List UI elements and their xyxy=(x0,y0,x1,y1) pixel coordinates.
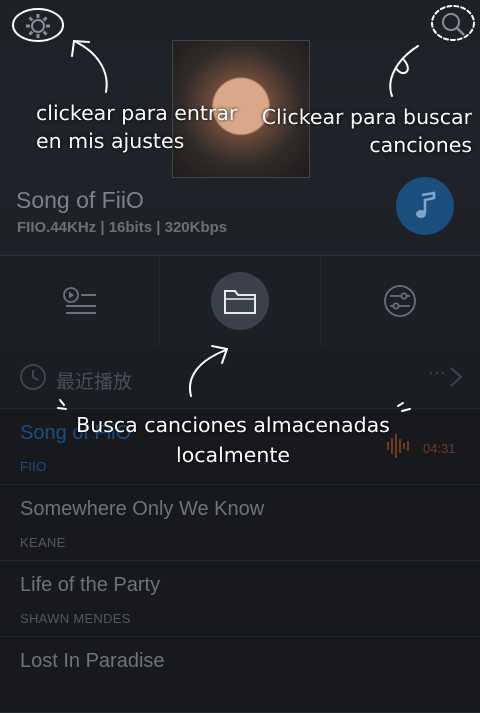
now-playing-title: Song of FiiO xyxy=(16,187,144,213)
tab-folder[interactable] xyxy=(160,256,321,346)
song-artist: SHAWN MENDES xyxy=(20,611,131,626)
recently-played-label: 最近播放 xyxy=(56,372,133,393)
list-item[interactable]: Lost In Paradise xyxy=(0,637,480,713)
clock-icon xyxy=(20,364,46,390)
more-label: ··· xyxy=(428,362,446,382)
search-annotation: Clickear para buscar canciones xyxy=(261,105,472,157)
play-button[interactable] xyxy=(396,177,454,235)
settings-annotation: clickear para entrar en mis ajustes xyxy=(36,101,238,153)
tab-equalizer[interactable] xyxy=(321,256,480,346)
settings-button[interactable] xyxy=(12,9,64,43)
gear-icon xyxy=(26,14,50,38)
song-title: Somewhere Only We Know xyxy=(20,498,265,520)
recently-played-row[interactable]: 最近播放 ··· xyxy=(0,346,480,409)
tab-playlist[interactable] xyxy=(0,256,161,346)
search-icon xyxy=(442,13,465,36)
song-artist: KEANE xyxy=(20,535,66,550)
song-artist: FIIO xyxy=(20,459,47,474)
song-duration: 04:31 xyxy=(423,441,456,456)
chevron-right-icon[interactable] xyxy=(449,366,463,388)
list-item[interactable]: Somewhere Only We Know KEANE xyxy=(0,485,480,561)
equalizer-icon xyxy=(384,285,417,317)
list-item[interactable]: Life of the Party SHAWN MENDES xyxy=(0,561,480,637)
song-title: Life of the Party xyxy=(20,574,161,596)
folder-annotation: Busca canciones almacenadas localmente xyxy=(76,413,390,467)
tab-bar xyxy=(0,255,480,346)
song-title: Lost In Paradise xyxy=(20,650,165,672)
music-note-icon xyxy=(416,191,436,218)
search-button[interactable] xyxy=(432,6,474,42)
folder-tab-button[interactable] xyxy=(210,272,269,330)
now-playing-meta: FIIO.44KHz | 16bits | 320Kbps xyxy=(17,219,228,236)
folder-icon xyxy=(223,290,256,314)
playlist-icon xyxy=(62,287,96,314)
